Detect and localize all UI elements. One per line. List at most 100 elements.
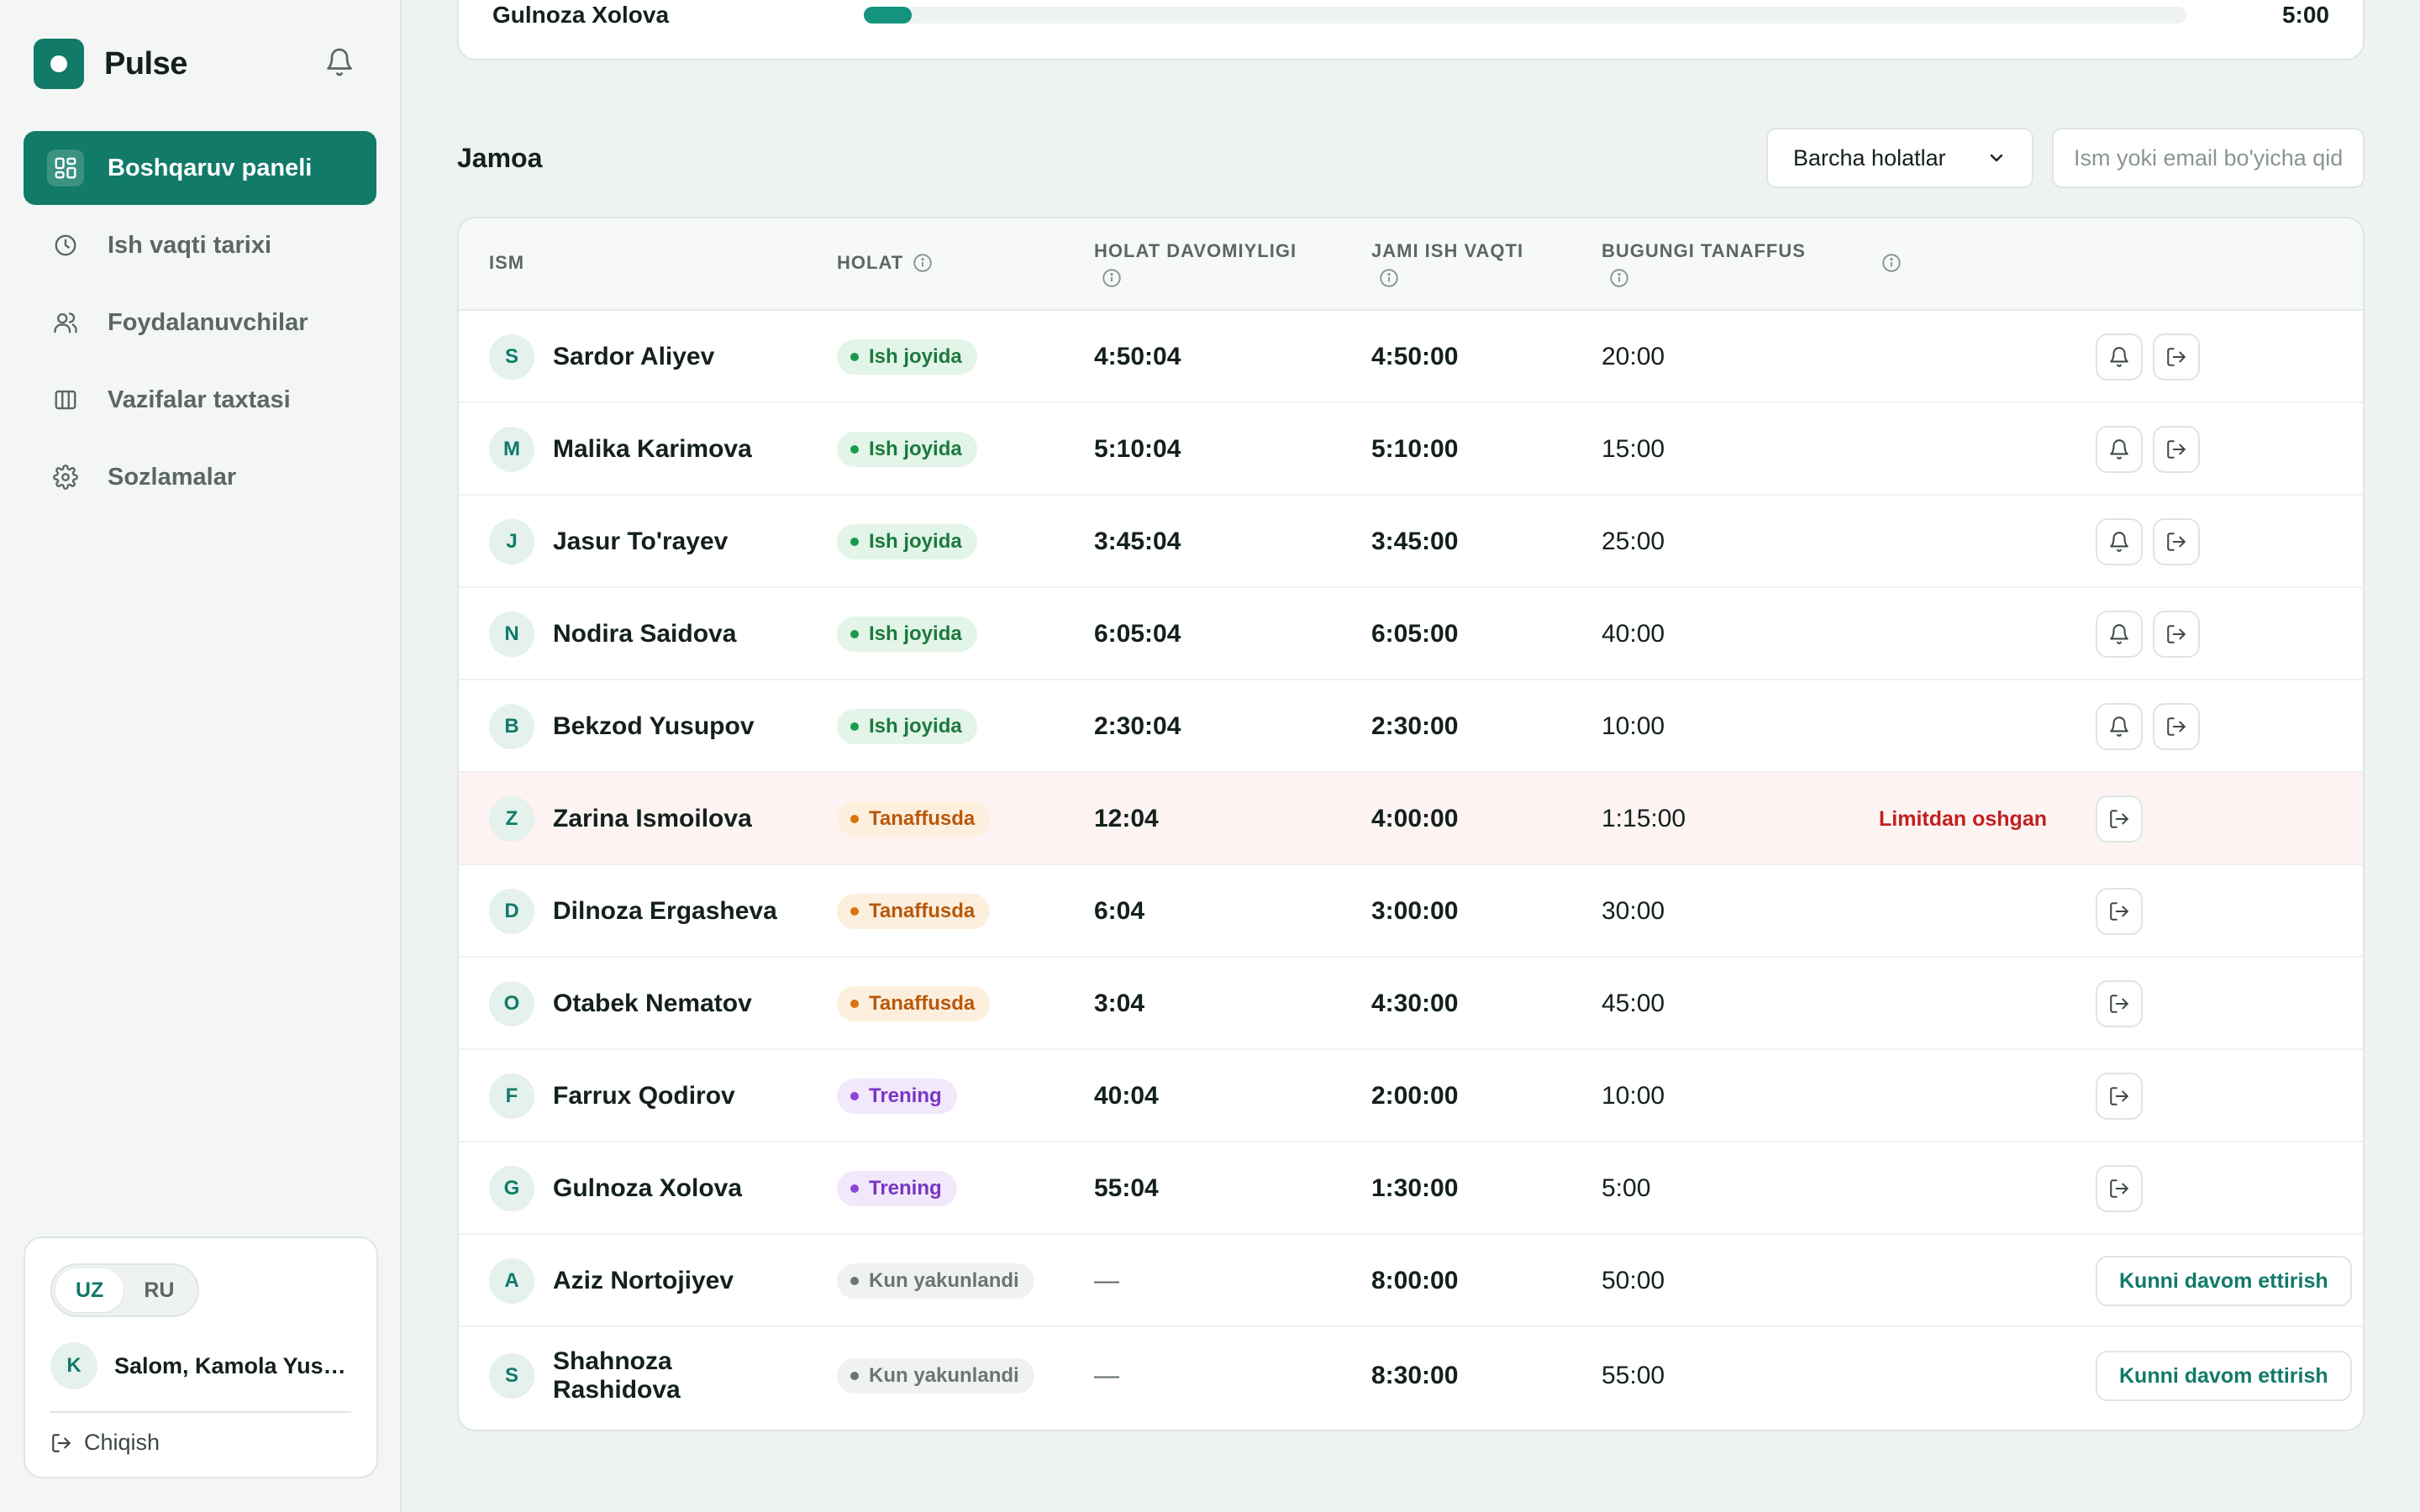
table-header: ISM HOLAT HOLAT DAVOMIYLIGI JAMI ISH VAQ… — [459, 218, 2363, 311]
lang-ru-button[interactable]: RU — [124, 1268, 194, 1312]
status-badge: Tanaffusda — [837, 801, 991, 837]
status-badge: Kun yakunlandi — [837, 1358, 1034, 1394]
cell-break-today: 30:00 — [1602, 865, 1665, 958]
notify-button[interactable] — [2096, 518, 2143, 565]
status-label: Ish joyida — [869, 438, 962, 460]
sidebar-item-vazifalar-taxtasi[interactable]: Vazifalar taxtasi — [24, 363, 376, 437]
sidebar-item-boshqaruv-paneli[interactable]: Boshqaruv paneli — [24, 131, 376, 205]
cell-name: Z Zarina Ismoilova — [489, 773, 805, 865]
resume-day-button[interactable]: Kunni davom ettirish — [2096, 1256, 2352, 1306]
lang-uz-button[interactable]: UZ — [55, 1268, 124, 1312]
info-icon[interactable] — [1378, 267, 1400, 289]
user-greeting: Salom, Kamola Yusu... — [114, 1352, 350, 1378]
sidebar: Pulse Boshqaruv paneli Ish vaqti tarixi Fo… — [0, 0, 402, 1512]
avatar: F — [489, 1074, 534, 1119]
cell-break-today: 10:00 — [1602, 680, 1665, 773]
avatar: S — [489, 1353, 534, 1399]
total-work-time: 6:05:00 — [1371, 620, 1459, 648]
cell-status: Ish joyida — [837, 680, 977, 773]
end-day-button[interactable] — [2153, 333, 2200, 381]
cell-status-duration: 4:50:04 — [1094, 311, 1181, 403]
notify-button[interactable] — [2096, 333, 2143, 381]
cell-status-duration: 55:04 — [1094, 1142, 1159, 1235]
end-day-button[interactable] — [2153, 703, 2200, 750]
sidebar-item-sozlamalar[interactable]: Sozlamalar — [24, 440, 376, 514]
notify-button[interactable] — [2096, 703, 2143, 750]
cell-status: Kun yakunlandi — [837, 1327, 1034, 1425]
employee-name: Zarina Ismoilova — [553, 805, 752, 832]
end-day-button[interactable] — [2096, 888, 2143, 935]
top-time: 5:00 — [2281, 2, 2329, 28]
resume-day-button[interactable]: Kunni davom ettirish — [2096, 1351, 2352, 1401]
end-day-button[interactable] — [2153, 518, 2200, 565]
header-status-label: HOLAT — [837, 252, 904, 273]
avatar: K — [50, 1342, 97, 1389]
status-badge: Ish joyida — [837, 617, 977, 652]
cell-actions — [2096, 311, 2210, 403]
break-today: 20:00 — [1602, 343, 1665, 370]
logout-icon — [2165, 346, 2187, 368]
cell-actions: Kunni davom ettirish — [2096, 1327, 2352, 1425]
cell-break-today: 1:15:00 — [1602, 773, 1686, 865]
header-status-duration: HOLAT DAVOMIYLIGI — [1094, 240, 1297, 289]
cell-status-duration: 5:10:04 — [1094, 403, 1181, 496]
language-toggle: UZ RU — [50, 1263, 200, 1317]
section-title: Jamoa — [457, 142, 543, 173]
cell-status: Tanaffusda — [837, 773, 991, 865]
status-label: Kun yakunlandi — [869, 1364, 1019, 1387]
status-label: Tanaffusda — [869, 807, 976, 830]
cell-actions — [2096, 496, 2210, 588]
employee-name: Dilnoza Ergasheva — [553, 897, 777, 925]
total-work-time: 3:45:00 — [1371, 528, 1459, 555]
employee-name: Aziz Nortojiyev — [553, 1267, 734, 1294]
top-employee-name: Gulnoza Xolova — [492, 2, 670, 28]
header-name: ISM — [489, 252, 524, 274]
status-duration: 6:04 — [1094, 897, 1145, 925]
header-status: HOLAT — [837, 252, 934, 274]
avatar: N — [489, 612, 534, 657]
cell-total-work: 5:10:00 — [1371, 403, 1458, 496]
end-day-button[interactable] — [2096, 1073, 2143, 1120]
break-today: 5:00 — [1602, 1174, 1651, 1202]
status-badge: Tanaffusda — [837, 986, 991, 1021]
table-body: S Sardor Aliyev Ish joyida 4:50:04 4:50:00 20… — [459, 311, 2363, 1425]
info-icon[interactable] — [1881, 252, 1902, 274]
cell-status: Ish joyida — [837, 588, 977, 680]
sidebar-item-label: Sozlamalar — [108, 463, 237, 491]
search-input[interactable] — [2052, 128, 2365, 188]
notify-button[interactable] — [2096, 426, 2143, 473]
cell-total-work: 4:30:00 — [1371, 958, 1458, 1050]
avatar: G — [489, 1166, 534, 1211]
avatar: Z — [489, 796, 534, 842]
header-break-today: BUGUNGI TANAFFUS — [1602, 240, 1806, 289]
sidebar-item-ish-vaqti-tarixi[interactable]: Ish vaqti tarixi — [24, 208, 376, 282]
end-day-button[interactable] — [2153, 611, 2200, 658]
status-dot — [850, 815, 859, 823]
status-label: Ish joyida — [869, 345, 962, 368]
info-icon[interactable] — [912, 252, 934, 274]
cell-name: G Gulnoza Xolova — [489, 1142, 805, 1235]
status-label: Kun yakunlandi — [869, 1269, 1019, 1292]
end-day-button[interactable] — [2096, 1165, 2143, 1212]
break-today: 30:00 — [1602, 897, 1665, 925]
team-table: ISM HOLAT HOLAT DAVOMIYLIGI JAMI ISH VAQ… — [457, 217, 2365, 1431]
info-icon[interactable] — [1101, 267, 1123, 289]
notify-button[interactable] — [2096, 611, 2143, 658]
status-filter-select[interactable]: Barcha holatlar — [1766, 128, 2033, 188]
dashboard-icon — [47, 150, 84, 186]
sidebar-item-foydalanuvchilar[interactable]: Foydalanuvchilar — [24, 286, 376, 360]
progress-track — [864, 7, 2186, 24]
avatar: A — [489, 1258, 534, 1304]
logout-button[interactable]: Chiqish — [50, 1430, 351, 1456]
table-row: J Jasur To'rayev Ish joyida 3:45:04 3:45:00 2… — [459, 496, 2363, 588]
chevron-down-icon — [1990, 154, 2003, 162]
cell-total-work: 2:00:00 — [1371, 1050, 1458, 1142]
info-icon[interactable] — [1608, 267, 1630, 289]
bell-icon[interactable] — [321, 44, 358, 81]
cell-total-work: 8:00:00 — [1371, 1235, 1458, 1327]
cell-status-duration: — — [1094, 1235, 1119, 1327]
end-day-button[interactable] — [2096, 795, 2143, 843]
end-day-button[interactable] — [2096, 980, 2143, 1027]
cell-status: Trening — [837, 1050, 957, 1142]
end-day-button[interactable] — [2153, 426, 2200, 473]
